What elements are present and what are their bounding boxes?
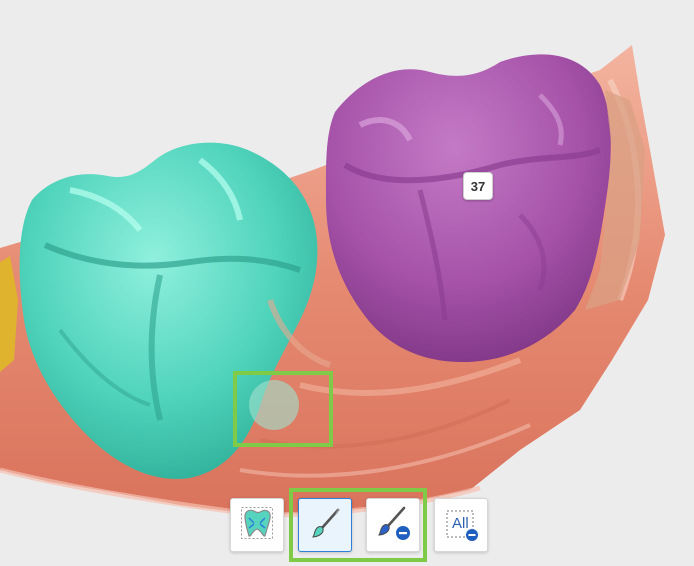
- molar-37[interactable]: [325, 54, 611, 362]
- paint-brush-erase-button[interactable]: [366, 498, 420, 552]
- paint-brush-add-icon: [308, 506, 342, 545]
- 3d-scan-viewport[interactable]: 37: [0, 0, 694, 566]
- select-all-button[interactable]: All: [434, 498, 488, 552]
- jaw-scan-model[interactable]: [0, 0, 694, 566]
- auto-segment-tooth-icon: [240, 506, 274, 545]
- paint-brush-add-button[interactable]: [298, 498, 352, 552]
- tooth-number-label[interactable]: 37: [463, 172, 493, 200]
- auto-segment-button[interactable]: [230, 498, 284, 552]
- select-all-label: All: [452, 515, 469, 532]
- paint-brush-erase-icon: [374, 504, 412, 547]
- highlight-box-brush-area: [233, 371, 333, 447]
- segmentation-toolbar: All: [0, 488, 694, 562]
